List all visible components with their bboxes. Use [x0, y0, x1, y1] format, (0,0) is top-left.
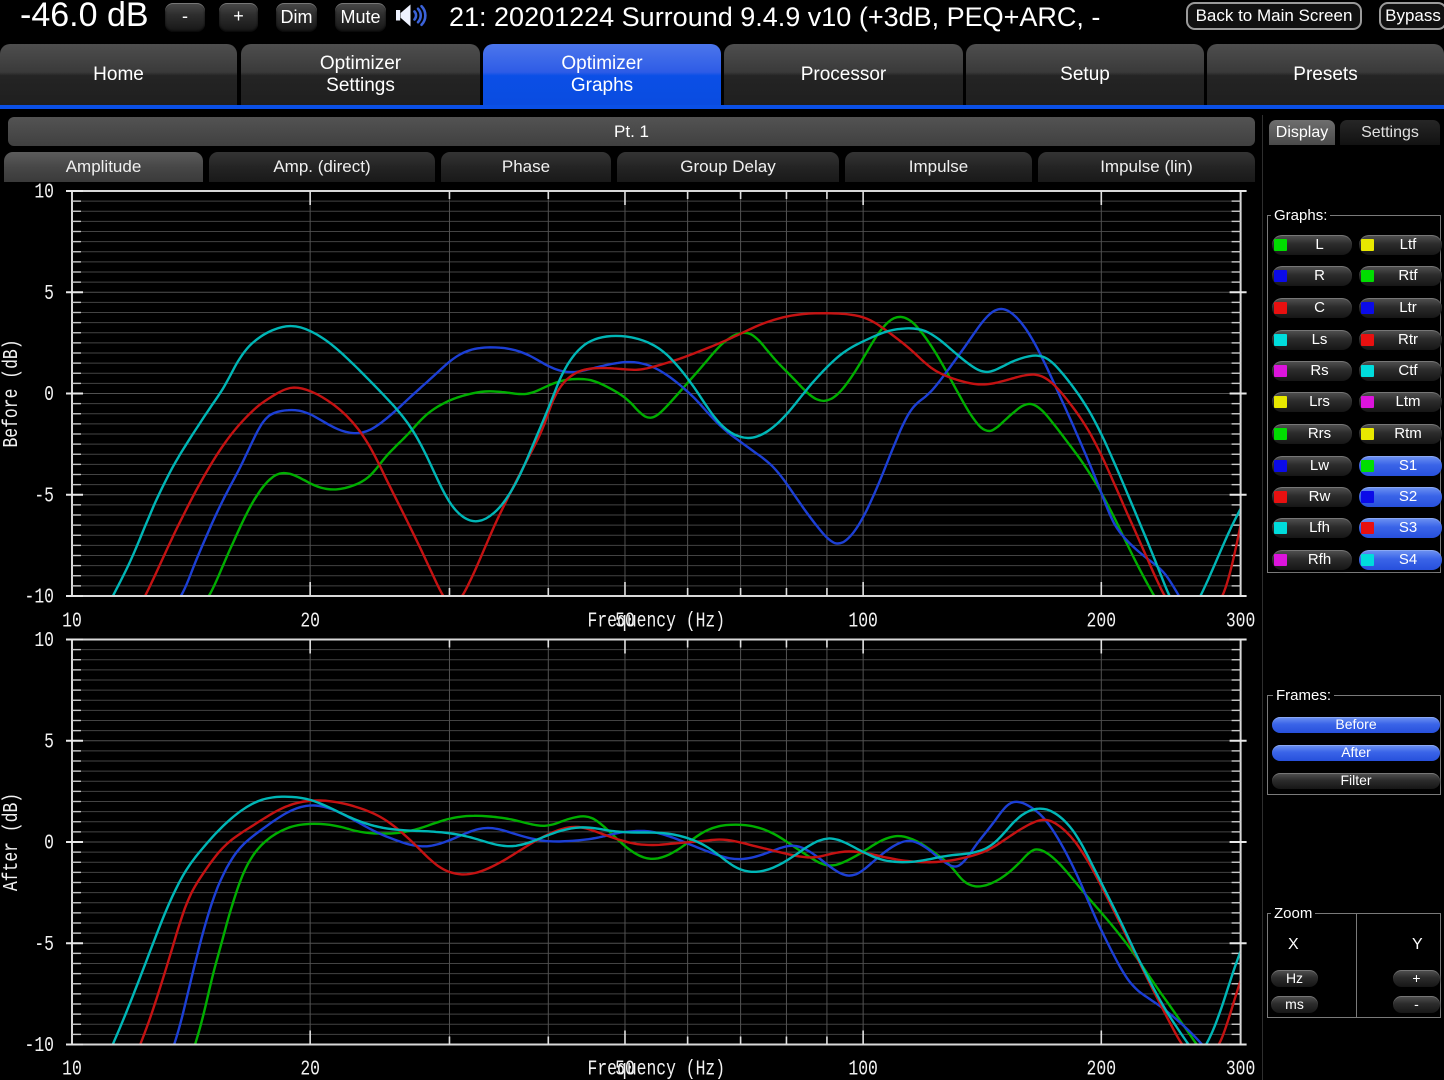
svg-text:0: 0 [44, 831, 54, 856]
svg-text:-5: -5 [34, 484, 54, 509]
svg-text:Frequency (Hz): Frequency (Hz) [588, 609, 726, 634]
svg-text:Frequency (Hz): Frequency (Hz) [588, 1057, 726, 1080]
svg-text:20: 20 [300, 609, 320, 634]
svg-text:20: 20 [300, 1057, 320, 1080]
svg-text:-10: -10 [25, 1033, 54, 1058]
svg-text:5: 5 [44, 730, 54, 755]
svg-text:-10: -10 [25, 585, 54, 610]
svg-text:200: 200 [1087, 609, 1116, 634]
svg-text:10: 10 [62, 609, 82, 634]
svg-text:After (dB): After (dB) [0, 793, 24, 891]
svg-text:10: 10 [62, 1057, 82, 1080]
svg-text:300: 300 [1226, 609, 1255, 634]
svg-text:300: 300 [1226, 1057, 1255, 1080]
svg-text:10: 10 [34, 182, 54, 204]
svg-text:5: 5 [44, 281, 54, 306]
svg-text:100: 100 [848, 1057, 877, 1080]
svg-text:10: 10 [34, 628, 54, 653]
svg-text:0: 0 [44, 382, 54, 407]
svg-text:-5: -5 [34, 932, 54, 957]
svg-text:Before (dB): Before (dB) [0, 339, 24, 447]
svg-text:200: 200 [1087, 1057, 1116, 1080]
svg-text:100: 100 [848, 609, 877, 634]
